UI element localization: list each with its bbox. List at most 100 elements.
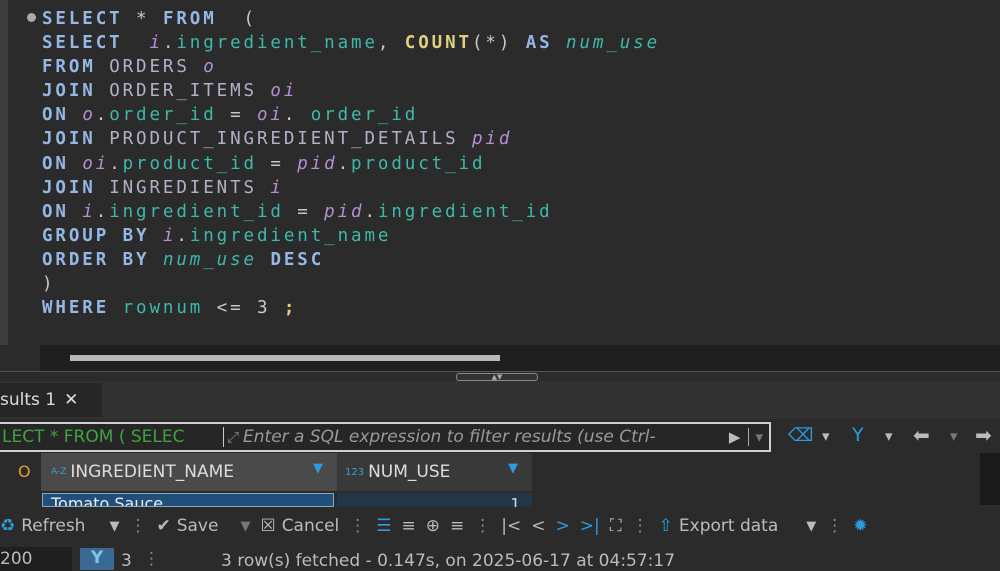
separator: ⋮ bbox=[349, 516, 367, 536]
save-dropdown-icon[interactable]: ▼ bbox=[240, 519, 250, 534]
code-token: rownum bbox=[122, 298, 204, 319]
expand-icon[interactable]: ⤢ bbox=[224, 428, 239, 446]
last-page-icon[interactable]: >| bbox=[580, 516, 600, 536]
code-line[interactable]: ) bbox=[42, 272, 660, 296]
separator: ⋮ bbox=[143, 549, 160, 569]
code-token: JOIN bbox=[42, 129, 96, 150]
scrollbar-thumb[interactable] bbox=[70, 355, 500, 361]
code-line[interactable]: ON i.ingredient_id = pid.ingredient_id bbox=[42, 200, 660, 224]
results-grid[interactable]: O A-Z INGREDIENT_NAME ▼ 123 NUM_USE ▼ To… bbox=[0, 453, 1000, 507]
filter-dropdown-icon[interactable]: ▾ bbox=[885, 427, 893, 445]
previous-page-icon[interactable]: < bbox=[531, 516, 545, 536]
cell-ingredient-name[interactable]: Tomato Sauce bbox=[42, 493, 334, 507]
refresh-button[interactable]: Refresh bbox=[21, 516, 85, 536]
close-icon[interactable]: ✕ bbox=[64, 390, 78, 417]
sort-icon[interactable]: ▼ bbox=[313, 461, 323, 476]
export-icon[interactable]: ⇧ bbox=[659, 516, 673, 536]
code-token: GROUP BY bbox=[42, 225, 150, 246]
sql-code[interactable]: SELECT * FROM (SELECT i.ingredient_name,… bbox=[42, 7, 660, 320]
back-dropdown-icon[interactable]: ▾ bbox=[950, 427, 958, 445]
code-token: AS bbox=[525, 33, 553, 54]
cancel-icon[interactable]: ☒ bbox=[260, 516, 275, 536]
back-icon[interactable]: ⬅ bbox=[913, 423, 930, 447]
code-line[interactable]: JOIN PRODUCT_INGREDIENT_DETAILS pid bbox=[42, 127, 660, 151]
code-token: * bbox=[122, 9, 163, 29]
code-line[interactable]: JOIN INGREDIENTS i bbox=[42, 176, 660, 200]
eraser-dropdown-icon[interactable]: ▾ bbox=[822, 427, 830, 445]
code-line[interactable]: JOIN ORDER_ITEMS oi bbox=[42, 79, 660, 103]
export-data-button[interactable]: Export data bbox=[679, 516, 778, 536]
save-button[interactable]: Save bbox=[177, 516, 219, 536]
history-dropdown-icon[interactable]: ▾ bbox=[748, 428, 769, 446]
first-page-icon[interactable]: |< bbox=[501, 516, 521, 536]
editor-gutter bbox=[0, 0, 8, 345]
code-token: <= 3 bbox=[203, 298, 284, 319]
delete-row-icon[interactable]: ≡ bbox=[450, 516, 464, 536]
code-line[interactable]: SELECT * FROM ( bbox=[42, 7, 660, 31]
refresh-icon[interactable]: ♻ bbox=[0, 516, 15, 536]
column-name: NUM_USE bbox=[368, 462, 451, 482]
eraser-icon[interactable]: ⌫ bbox=[788, 425, 813, 446]
code-line[interactable]: ON oi.product_id = pid.product_id bbox=[42, 152, 660, 176]
horizontal-scrollbar[interactable] bbox=[40, 345, 1000, 371]
settings-icon[interactable]: ✹ bbox=[853, 516, 867, 536]
code-line[interactable]: GROUP BY i.ingredient_name bbox=[42, 224, 660, 248]
sql-editor[interactable]: SELECT * FROM (SELECT i.ingredient_name,… bbox=[0, 0, 1000, 345]
code-token: o bbox=[203, 57, 217, 78]
column-header-ingredient-name[interactable]: A-Z INGREDIENT_NAME ▼ bbox=[41, 453, 337, 491]
fetch-size-input[interactable]: 200 bbox=[0, 547, 72, 571]
next-page-icon[interactable]: > bbox=[556, 516, 570, 536]
separator: ⋮ bbox=[631, 516, 649, 536]
code-token: oi bbox=[270, 81, 298, 102]
cell-value: 1 bbox=[510, 495, 520, 507]
code-token: ON bbox=[42, 105, 69, 126]
save-icon[interactable]: ✔ bbox=[156, 516, 170, 536]
code-token: ORDER_ITEMS bbox=[109, 81, 257, 102]
status-bar: 200 Y 3 ⋮ 3 row(s) fetched - 0.147s, on … bbox=[0, 547, 1000, 571]
code-line[interactable]: ON o.order_id = oi. order_id bbox=[42, 103, 660, 127]
add-row-icon[interactable]: ≡ bbox=[402, 516, 416, 536]
column-header-num-use[interactable]: 123 NUM_USE ▼ bbox=[337, 453, 532, 491]
code-token: . bbox=[95, 201, 110, 222]
copy-row-icon[interactable]: ⊕ bbox=[426, 516, 440, 536]
filter-placeholder[interactable]: Enter a SQL expression to filter results… bbox=[239, 427, 721, 447]
code-line[interactable]: FROM ORDERS o bbox=[42, 55, 660, 79]
filter-toggle-icon[interactable]: Y bbox=[80, 548, 114, 570]
code-token: ingredient_id bbox=[109, 201, 284, 222]
export-dropdown-icon[interactable]: ▼ bbox=[806, 519, 816, 534]
number-type-icon: 123 bbox=[345, 466, 365, 478]
splitter-grip[interactable]: ▲▼ bbox=[456, 373, 538, 381]
code-token: ON bbox=[42, 201, 69, 222]
forward-icon[interactable]: ➡ bbox=[975, 423, 992, 447]
column-name: INGREDIENT_NAME bbox=[70, 462, 235, 482]
edit-rows-icon[interactable]: ☰ bbox=[376, 516, 391, 536]
sort-icon[interactable]: ▼ bbox=[508, 461, 518, 476]
code-token: num_use bbox=[162, 249, 257, 270]
row-count: 3 bbox=[121, 551, 132, 571]
code-token: i bbox=[82, 201, 96, 222]
filter-icon[interactable]: Y bbox=[852, 424, 864, 446]
vertical-scrollbar[interactable] bbox=[980, 453, 1000, 505]
code-token: , bbox=[377, 33, 405, 54]
refresh-dropdown-icon[interactable]: ▼ bbox=[109, 519, 119, 534]
filter-input[interactable]: LECT * FROM ( SELEC ⤢ Enter a SQL expres… bbox=[0, 422, 771, 452]
cell-num-use[interactable]: 1 bbox=[337, 493, 532, 507]
play-icon[interactable]: ▶ bbox=[721, 428, 749, 446]
fetch-all-icon[interactable]: ⛶ bbox=[610, 516, 622, 536]
code-line[interactable]: SELECT i.ingredient_name, COUNT(*) AS nu… bbox=[42, 31, 660, 55]
code-line[interactable]: WHERE rownum <= 3 ; bbox=[42, 296, 660, 320]
panel-splitter[interactable]: ▲▼ bbox=[0, 371, 1000, 381]
code-line[interactable]: ORDER BY num_use DESC bbox=[42, 248, 660, 272]
tab-results-1[interactable]: sults 1 ✕ bbox=[0, 383, 102, 417]
cancel-button[interactable]: Cancel bbox=[282, 516, 340, 536]
results-toolbar: ♻ Refresh ▼ ⋮ ✔ Save ▼ ☒ Cancel ⋮ ☰ ≡ ⊕ … bbox=[0, 507, 1000, 545]
code-token: pid bbox=[471, 129, 513, 150]
code-token: i bbox=[162, 225, 177, 246]
